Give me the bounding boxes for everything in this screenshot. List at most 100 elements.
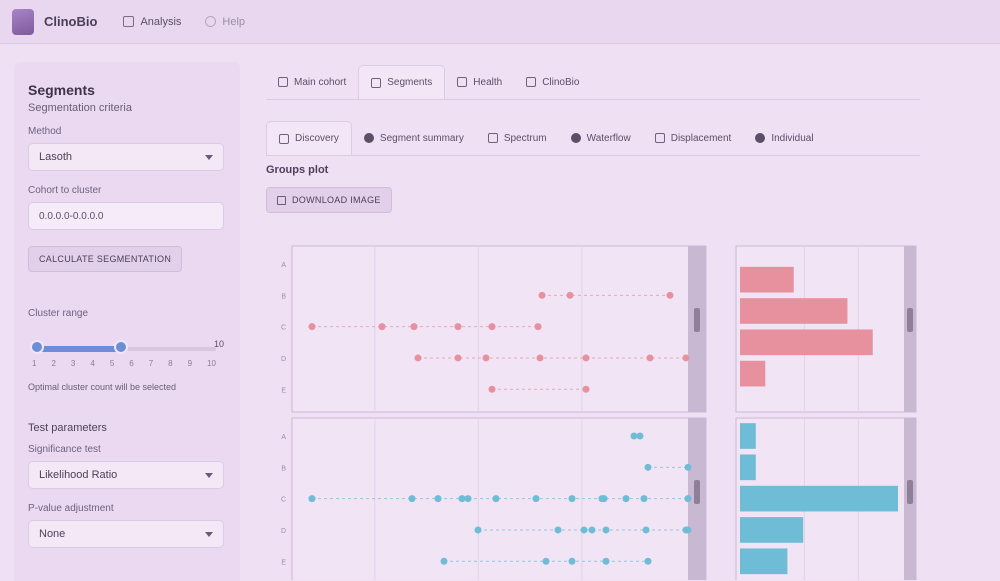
tab-spectrum[interactable]: Spectrum <box>476 121 559 155</box>
slider-tick: 2 <box>51 359 56 368</box>
bar-mark <box>740 360 766 387</box>
slider-tick: 9 <box>187 359 193 368</box>
row-tick-label: B <box>281 293 286 300</box>
data-point <box>410 323 418 331</box>
data-point <box>482 354 490 362</box>
significance-label: Significance test <box>28 444 101 455</box>
slider-tick: 3 <box>70 359 76 368</box>
data-point <box>566 291 574 299</box>
secondary-tabs: Discovery Segment summary Spectrum Water… <box>266 118 920 156</box>
chevron-down-icon <box>205 472 213 478</box>
data-point <box>682 354 690 362</box>
data-point <box>434 495 442 503</box>
data-point <box>640 495 648 503</box>
tab-main-cohort[interactable]: Main cohort <box>266 65 358 99</box>
tab-discovery[interactable]: Discovery <box>266 121 352 155</box>
tab-waterflow[interactable]: Waterflow <box>559 121 643 155</box>
test-section-title: Test parameters <box>28 422 107 434</box>
row-tick-label: A <box>281 262 286 269</box>
sidebar-subtitle: Segmentation criteria <box>28 102 132 114</box>
primary-tabs: Main cohort Segments Health ClinoBio <box>266 64 920 100</box>
users-icon <box>278 77 288 87</box>
data-point <box>532 495 540 503</box>
tab-label: Spectrum <box>503 132 547 144</box>
data-point <box>644 463 652 471</box>
data-point <box>554 526 562 534</box>
cohort-value: 0.0.0.0-0.0.0.0 <box>39 210 104 222</box>
chevron-down-icon <box>205 154 213 160</box>
row-tick-label: E <box>281 559 286 566</box>
tab-label: Waterflow <box>586 132 631 144</box>
slider-fill <box>36 346 122 352</box>
significance-select[interactable]: Likelihood Ratio <box>28 461 224 489</box>
pvalue-select[interactable]: None <box>28 520 224 548</box>
data-point <box>378 323 386 331</box>
data-point <box>666 291 674 299</box>
summary-icon <box>363 133 374 143</box>
tab-segment-summary[interactable]: Segment summary <box>352 121 476 155</box>
tab-clinobio[interactable]: ClinoBio <box>514 65 591 99</box>
method-select[interactable]: Lasoth <box>28 143 224 171</box>
method-label: Method <box>28 126 62 137</box>
data-point <box>534 323 542 331</box>
cohort-input[interactable]: 0.0.0.0-0.0.0.0 <box>28 202 224 230</box>
tab-displacement[interactable]: Displacement <box>643 121 744 155</box>
nav-analysis-link[interactable]: Analysis <box>123 16 181 28</box>
data-point <box>414 354 422 362</box>
tab-health[interactable]: Health <box>445 65 514 99</box>
data-point <box>458 495 466 503</box>
tab-individual[interactable]: Individual <box>743 121 825 155</box>
info-icon <box>205 16 217 27</box>
significance-value: Likelihood Ratio <box>39 469 118 481</box>
slider-tick: 6 <box>129 359 134 368</box>
discovery-icon <box>279 133 289 144</box>
data-point <box>568 495 576 503</box>
slider-tick: 7 <box>148 359 154 368</box>
data-point <box>454 323 462 331</box>
data-point <box>600 495 608 503</box>
chevron-down-icon <box>205 531 213 537</box>
app-logo-icon[interactable] <box>12 8 34 35</box>
tab-label: Segments <box>387 77 433 88</box>
nav-help-link[interactable]: Help <box>205 16 245 28</box>
groups-plot: A B C D E A B C D E <box>281 245 917 580</box>
heart-icon <box>457 77 468 87</box>
slider-max-handle[interactable] <box>114 340 128 354</box>
row-tick-label: D <box>281 528 286 535</box>
data-point <box>488 385 496 393</box>
app-brand[interactable]: ClinoBio <box>44 14 97 29</box>
download-icon <box>277 195 286 205</box>
slider-min-handle[interactable] <box>30 340 44 354</box>
tab-segments[interactable]: Segments <box>358 65 446 99</box>
cluster-range-slider[interactable]: 10 <box>28 325 224 359</box>
data-point <box>568 557 576 565</box>
panel-scroll-handle <box>694 308 700 332</box>
slider-tick: 4 <box>90 359 95 368</box>
row-tick-label: A <box>281 434 286 441</box>
data-point <box>646 354 654 362</box>
data-point <box>308 323 316 331</box>
download-label: DOWNLOAD IMAGE <box>292 195 381 205</box>
data-point <box>440 557 448 565</box>
waterflow-icon <box>570 133 581 143</box>
spectrum-icon <box>487 133 498 143</box>
nav-analysis-label: Analysis <box>140 15 182 28</box>
tab-label: Main cohort <box>294 76 347 88</box>
data-point <box>602 526 610 534</box>
slider-tick: 1 <box>32 359 37 368</box>
data-point <box>582 385 590 393</box>
bar-mark <box>740 548 788 575</box>
data-point <box>474 526 482 534</box>
calculate-segmentation-button[interactable]: CALCULATE SEGMENTATION <box>28 246 183 272</box>
tab-label: Discovery <box>295 133 339 144</box>
data-point <box>684 526 692 534</box>
pvalue-label: P-value adjustment <box>28 503 114 514</box>
data-point <box>588 526 596 534</box>
grid-icon <box>123 16 135 27</box>
data-point <box>684 463 692 471</box>
groups-plot-title: Groups plot <box>266 164 329 176</box>
cohort-label: Cohort to cluster <box>28 185 102 196</box>
download-image-button[interactable]: DOWNLOAD IMAGE <box>266 187 392 213</box>
cluster-range-label: Cluster range <box>28 308 89 319</box>
data-point <box>644 557 652 565</box>
